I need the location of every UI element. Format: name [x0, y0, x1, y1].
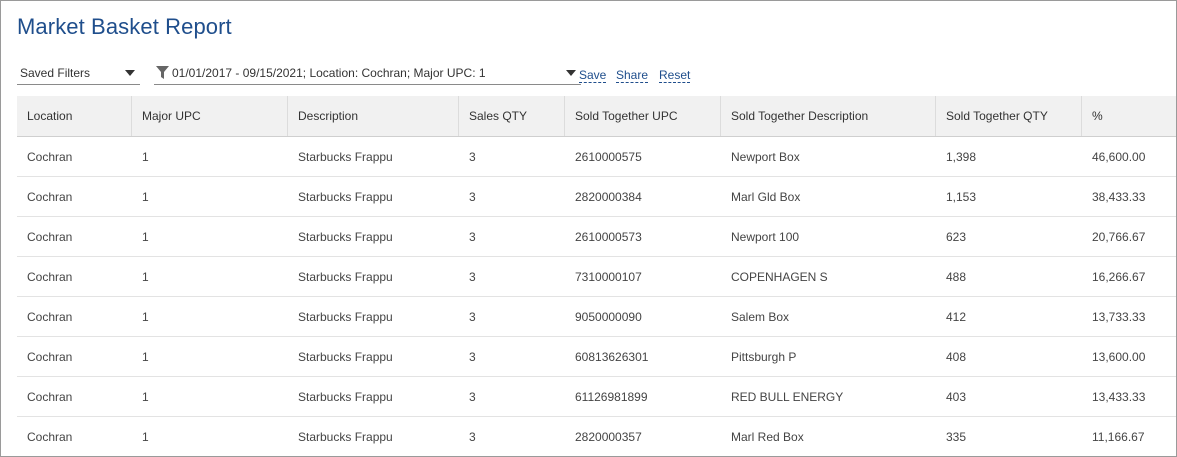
column-header-location[interactable]: Location — [17, 96, 132, 136]
cell-sold-together-description: Marl Red Box — [731, 430, 804, 444]
results-table: Location Major UPC Description Sales QTY… — [17, 96, 1176, 456]
cell-description: Starbucks Frappu — [298, 390, 393, 404]
table-row[interactable]: Cochran 1 Starbucks Frappu 3 61126981899 RED … — [17, 377, 1176, 417]
table-row[interactable]: Cochran 1 Starbucks Frappu 3 2820000357 Marl … — [17, 417, 1176, 456]
page-title: Market Basket Report — [17, 14, 232, 39]
cell-location: Cochran — [27, 270, 73, 284]
cell-sold-together-qty: 412 — [946, 310, 967, 324]
cell-sales-qty: 3 — [469, 350, 476, 364]
table-header: Location Major UPC Description Sales QTY… — [17, 96, 1176, 137]
filter-summary-text: 01/01/2017 - 09/15/2021; Location: Cochr… — [172, 66, 486, 80]
cell-location: Cochran — [27, 190, 73, 204]
cell-sold-together-description: Salem Box — [731, 310, 790, 324]
cell-sold-together-qty: 403 — [946, 390, 967, 404]
cell-major-upc: 1 — [142, 150, 149, 164]
cell-sold-together-upc: 2820000384 — [575, 190, 642, 204]
table-row[interactable]: Cochran 1 Starbucks Frappu 3 2610000573 Newpo… — [17, 217, 1176, 257]
cell-major-upc: 1 — [142, 310, 149, 324]
cell-sales-qty: 3 — [469, 190, 476, 204]
cell-sold-together-qty: 1,153 — [946, 190, 977, 204]
cell-description: Starbucks Frappu — [298, 350, 393, 364]
chevron-down-icon — [566, 70, 576, 76]
cell-description: Starbucks Frappu — [298, 230, 393, 244]
cell-sold-together-description: Newport 100 — [731, 230, 800, 244]
table-row[interactable]: Cochran 1 Starbucks Frappu 3 2610000575 Newpo… — [17, 137, 1176, 177]
cell-description: Starbucks Frappu — [298, 150, 393, 164]
table-row[interactable]: Cochran 1 Starbucks Frappu 3 2820000384 Marl … — [17, 177, 1176, 217]
cell-percent: 16,266.67 — [1092, 270, 1146, 284]
cell-sold-together-qty: 488 — [946, 270, 967, 284]
save-link[interactable]: Save — [579, 68, 607, 83]
cell-major-upc: 1 — [142, 190, 149, 204]
cell-location: Cochran — [27, 150, 73, 164]
cell-location: Cochran — [27, 390, 73, 404]
cell-sold-together-description: Marl Gld Box — [731, 190, 801, 204]
cell-sales-qty: 3 — [469, 310, 476, 324]
share-link[interactable]: Share — [616, 68, 649, 83]
cell-percent: 38,433.33 — [1092, 190, 1146, 204]
cell-sold-together-qty: 1,398 — [946, 150, 977, 164]
column-header-sold-together-description[interactable]: Sold Together Description — [721, 96, 936, 136]
cell-sales-qty: 3 — [469, 430, 476, 444]
cell-sales-qty: 3 — [469, 270, 476, 284]
cell-sold-together-upc: 2610000573 — [575, 230, 642, 244]
column-header-sold-together-upc[interactable]: Sold Together UPC — [565, 96, 721, 136]
cell-location: Cochran — [27, 230, 73, 244]
cell-sold-together-qty: 623 — [946, 230, 967, 244]
cell-description: Starbucks Frappu — [298, 190, 393, 204]
filter-toolbar: Saved Filters 01/01/2017 - 09/15/2021; L… — [17, 61, 1157, 85]
table-row[interactable]: Cochran 1 Starbucks Frappu 3 60813626301 Pitt… — [17, 337, 1176, 377]
cell-sold-together-upc: 61126981899 — [575, 390, 648, 404]
cell-sold-together-upc: 2820000357 — [575, 430, 642, 444]
cell-sold-together-description: COPENHAGEN S — [731, 270, 828, 284]
saved-filters-dropdown[interactable]: Saved Filters — [17, 61, 140, 85]
reset-link[interactable]: Reset — [659, 68, 691, 83]
cell-percent: 13,733.33 — [1092, 310, 1146, 324]
cell-location: Cochran — [27, 350, 73, 364]
cell-description: Starbucks Frappu — [298, 270, 393, 284]
cell-percent: 13,433.33 — [1092, 390, 1146, 404]
cell-major-upc: 1 — [142, 430, 149, 444]
cell-sold-together-upc: 2610000575 — [575, 150, 642, 164]
cell-sold-together-qty: 335 — [946, 430, 967, 444]
cell-sold-together-upc: 60813626301 — [575, 350, 649, 364]
report-window: Market Basket Report Saved Filters 01/01… — [0, 0, 1177, 457]
cell-percent: 46,600.00 — [1092, 150, 1146, 164]
cell-location: Cochran — [27, 430, 73, 444]
table-row[interactable]: Cochran 1 Starbucks Frappu 3 9050000090 Salem… — [17, 297, 1176, 337]
cell-description: Starbucks Frappu — [298, 310, 393, 324]
cell-sold-together-description: RED BULL ENERGY — [731, 390, 844, 404]
cell-sold-together-qty: 408 — [946, 350, 967, 364]
filter-summary-dropdown[interactable]: 01/01/2017 - 09/15/2021; Location: Cochr… — [154, 61, 581, 85]
cell-percent: 20,766.67 — [1092, 230, 1146, 244]
cell-major-upc: 1 — [142, 230, 149, 244]
cell-sales-qty: 3 — [469, 150, 476, 164]
column-header-sales-qty[interactable]: Sales QTY — [459, 96, 565, 136]
column-header-major-upc[interactable]: Major UPC — [132, 96, 288, 136]
table-body: Cochran 1 Starbucks Frappu 3 2610000575 Newpo… — [17, 137, 1176, 456]
cell-description: Starbucks Frappu — [298, 430, 393, 444]
column-header-description[interactable]: Description — [288, 96, 459, 136]
cell-location: Cochran — [27, 310, 73, 324]
cell-sold-together-description: Newport Box — [731, 150, 800, 164]
cell-major-upc: 1 — [142, 270, 149, 284]
filter-funnel-icon — [156, 66, 169, 79]
cell-sold-together-upc: 7310000107 — [575, 270, 642, 284]
cell-percent: 11,166.67 — [1092, 430, 1145, 444]
cell-percent: 13,600.00 — [1092, 350, 1146, 364]
cell-sold-together-upc: 9050000090 — [575, 310, 642, 324]
table-row[interactable]: Cochran 1 Starbucks Frappu 3 7310000107 COPEN… — [17, 257, 1176, 297]
cell-major-upc: 1 — [142, 390, 149, 404]
cell-sold-together-description: Pittsburgh P — [731, 350, 797, 364]
cell-sales-qty: 3 — [469, 230, 476, 244]
column-header-percent[interactable]: % — [1082, 96, 1176, 136]
saved-filters-label: Saved Filters — [20, 66, 91, 80]
chevron-down-icon — [125, 70, 135, 76]
cell-major-upc: 1 — [142, 350, 149, 364]
column-header-sold-together-qty[interactable]: Sold Together QTY — [936, 96, 1082, 136]
cell-sales-qty: 3 — [469, 390, 476, 404]
